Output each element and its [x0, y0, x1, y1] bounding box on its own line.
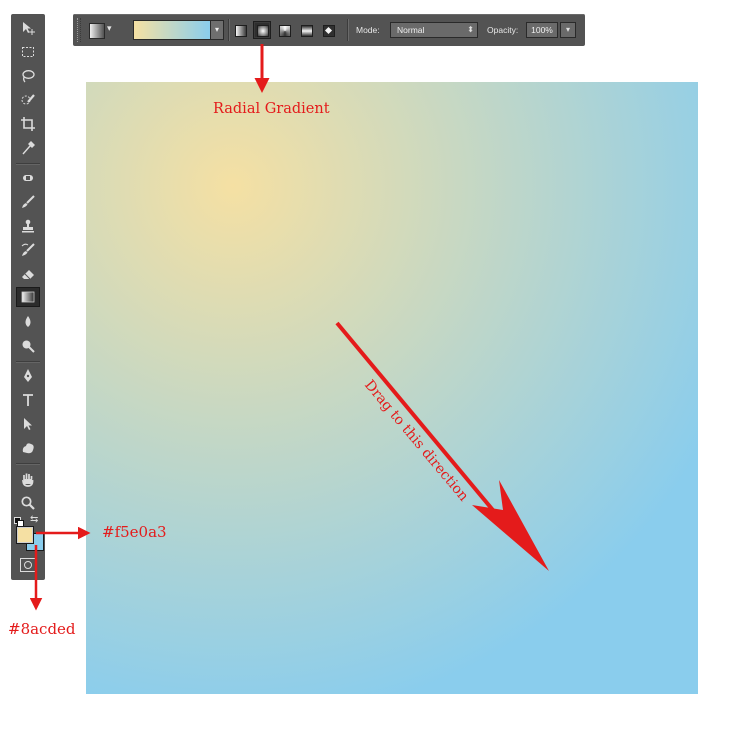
reflected-gradient-button[interactable] — [297, 21, 315, 39]
select-arrows-icon: ⬍ — [467, 25, 474, 34]
diamond-gradient-icon — [323, 25, 335, 37]
mode-value: Normal — [397, 25, 425, 35]
clone-stamp-tool[interactable] — [16, 216, 40, 236]
move-icon — [23, 22, 35, 35]
lasso-icon — [22, 70, 35, 83]
hand-tool[interactable] — [16, 469, 40, 489]
eraser-tool[interactable] — [16, 264, 40, 284]
background-hex-annotation: #8acded — [8, 620, 76, 638]
radial-gradient-annotation: Radial Gradient — [213, 101, 330, 117]
gradient-editor-swatch[interactable] — [133, 20, 211, 40]
lasso-tool[interactable] — [16, 66, 40, 86]
bandage-icon — [23, 175, 33, 181]
diamond-gradient-button[interactable] — [319, 21, 337, 39]
type-tool[interactable] — [16, 390, 40, 410]
stamp-icon — [22, 219, 34, 233]
tools-panel: ⇆ — [11, 14, 45, 580]
crop-icon — [21, 117, 35, 131]
eraser-icon — [22, 270, 34, 280]
tool-preset-caret-icon[interactable]: ▾ — [107, 23, 112, 34]
zoom-icon — [21, 496, 35, 510]
quick-selection-tool[interactable] — [16, 90, 40, 110]
options-bar-grip[interactable] — [77, 18, 81, 42]
angle-gradient-icon — [279, 25, 291, 37]
document-canvas[interactable] — [86, 82, 698, 694]
brush-icon — [22, 195, 35, 208]
quick-mask-icon[interactable] — [20, 558, 36, 572]
spot-healing-tool[interactable] — [16, 168, 40, 188]
marquee-tool[interactable] — [16, 42, 40, 62]
history-brush-tool[interactable] — [16, 240, 40, 260]
dodge-icon — [22, 340, 35, 353]
swap-colors-icon[interactable]: ⇆ — [30, 514, 38, 525]
zoom-tool[interactable] — [16, 493, 40, 513]
eyedropper-tool[interactable] — [16, 138, 40, 158]
options-separator — [347, 19, 349, 41]
history-brush-icon — [21, 243, 35, 256]
toolbar-separator — [16, 163, 40, 165]
tool-preset-icon[interactable] — [89, 23, 105, 39]
foreground-color-swatch[interactable] — [16, 526, 34, 544]
mode-select[interactable]: Normal ⬍ — [390, 22, 478, 38]
pen-icon — [24, 369, 32, 382]
toolbar-separator — [16, 361, 40, 363]
toolbar-separator — [16, 463, 40, 465]
gradient-options-bar: ▾ ▾ Mode: Normal ⬍ Opacity: 100% ▾ — [73, 14, 585, 46]
options-separator — [228, 19, 230, 41]
reflected-gradient-icon — [301, 25, 313, 37]
radial-gradient-button[interactable] — [253, 21, 271, 39]
custom-shape-icon — [22, 443, 34, 454]
blur-icon — [25, 316, 31, 327]
foreground-hex-annotation: #f5e0a3 — [102, 523, 167, 541]
opacity-slider-dropdown-button[interactable]: ▾ — [560, 22, 576, 38]
pen-tool[interactable] — [16, 366, 40, 386]
gradient-icon — [21, 291, 35, 303]
linear-gradient-button[interactable] — [231, 21, 249, 39]
linear-gradient-icon — [235, 25, 247, 37]
radial-gradient-icon — [257, 25, 269, 37]
path-selection-icon — [24, 418, 32, 430]
brush-tool[interactable] — [16, 192, 40, 212]
hand-icon — [22, 473, 34, 487]
move-tool[interactable] — [16, 18, 40, 38]
eyedropper-icon — [22, 141, 35, 155]
color-swatches: ⇆ — [14, 514, 44, 551]
blur-tool[interactable] — [16, 312, 40, 332]
custom-shape-tool[interactable] — [16, 438, 40, 458]
mode-label: Mode: — [356, 25, 380, 35]
gradient-picker-dropdown-button[interactable]: ▾ — [210, 20, 224, 40]
crop-tool[interactable] — [16, 114, 40, 134]
opacity-input[interactable]: 100% — [526, 22, 558, 38]
opacity-label: Opacity: — [487, 25, 519, 35]
gradient-tool[interactable] — [16, 287, 40, 307]
type-icon — [23, 394, 33, 406]
path-selection-tool[interactable] — [16, 414, 40, 434]
quick-selection-icon — [21, 94, 35, 105]
angle-gradient-button[interactable] — [275, 21, 293, 39]
dodge-tool[interactable] — [16, 336, 40, 356]
rectangular-marquee-icon — [22, 47, 34, 57]
